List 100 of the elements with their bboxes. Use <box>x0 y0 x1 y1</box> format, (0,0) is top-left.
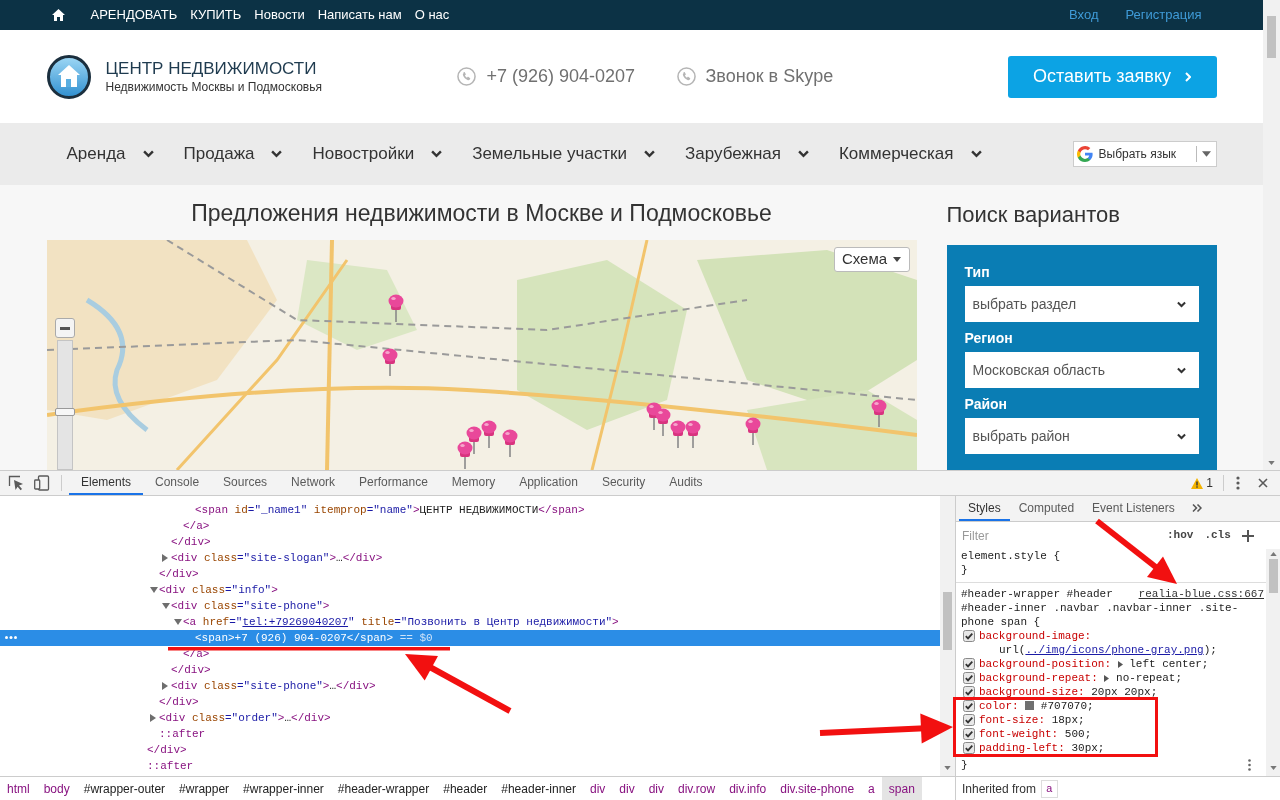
nav-menu-item[interactable]: Зарубежная <box>685 141 809 167</box>
checkbox[interactable] <box>963 700 975 712</box>
filter-toggle-button[interactable]: .cls <box>1204 527 1231 544</box>
plus-icon[interactable] <box>1241 529 1254 542</box>
nav-menu-item[interactable]: Продажа <box>183 141 283 167</box>
logo-title[interactable]: ЦЕНТР НЕДВИЖИМОСТИ <box>105 58 317 79</box>
scrollbar-track[interactable] <box>1263 0 1280 470</box>
breadcrumb-item[interactable]: #header-wrapper <box>330 777 437 800</box>
home-icon[interactable] <box>51 9 65 21</box>
breadcrumb-item[interactable]: #header-inner <box>494 777 583 800</box>
nav-menu-item[interactable]: Аренда <box>66 141 154 167</box>
checkbox[interactable] <box>963 630 975 642</box>
top-nav-link[interactable]: АРЕНДОВАТЬ <box>90 5 178 25</box>
dom-code[interactable]: </div> <box>147 742 187 758</box>
dom-code[interactable]: </div> <box>159 566 199 582</box>
breadcrumb-item[interactable]: span <box>881 777 922 800</box>
stylesheet-link[interactable]: realia-blue.css:667 <box>1138 587 1264 601</box>
checkbox[interactable] <box>963 714 975 726</box>
devtools-tab[interactable]: Security <box>589 471 658 495</box>
dom-code[interactable]: </a> <box>183 646 210 662</box>
breadcrumb-item[interactable]: #wrapper-outer <box>76 777 173 800</box>
breadcrumb-item[interactable]: #header <box>436 777 495 800</box>
styles-tab[interactable]: Styles <box>959 496 1010 521</box>
zoom-slider-thumb[interactable] <box>54 408 75 417</box>
checkbox[interactable] <box>963 658 975 670</box>
devtools-tab[interactable]: Performance <box>347 471 440 495</box>
collapsed-triangle-icon[interactable] <box>162 554 168 562</box>
scroll-up-arrow-icon[interactable] <box>1269 552 1277 556</box>
breadcrumb-item[interactable]: body <box>36 777 77 800</box>
expanded-triangle-icon[interactable] <box>174 619 182 625</box>
nav-menu-item[interactable]: Коммерческая <box>838 141 982 167</box>
inherited-tag[interactable]: a <box>1041 779 1058 798</box>
dom-code[interactable]: ::after <box>159 726 206 742</box>
select-field[interactable]: Московская область <box>964 352 1199 388</box>
checkbox[interactable] <box>963 686 975 698</box>
breadcrumb-item[interactable]: div <box>641 777 671 800</box>
devtools-tab[interactable]: Application <box>507 471 590 495</box>
device-toggle-icon[interactable] <box>34 475 50 491</box>
scrollbar-thumb[interactable] <box>1268 559 1278 593</box>
scrollbar-track[interactable] <box>940 496 955 776</box>
breadcrumb-item[interactable]: div.row <box>671 777 723 800</box>
phone-number[interactable]: +7 (926) 904-0207 <box>486 63 636 90</box>
more-options-icon[interactable] <box>1248 759 1251 771</box>
expanded-triangle-icon[interactable] <box>162 603 170 609</box>
scrollbar-thumb[interactable] <box>943 592 952 650</box>
styles-tab[interactable]: Computed <box>1009 496 1084 521</box>
ellipsis-icon[interactable] <box>5 636 17 639</box>
breadcrumb-item[interactable]: div.info <box>722 777 774 800</box>
dom-code[interactable]: <div class="site-slogan">…</div> <box>171 550 383 566</box>
map-layer-button[interactable]: Схема <box>833 247 910 272</box>
warnings-button[interactable]: 1 <box>1191 474 1213 492</box>
top-nav-link[interactable]: Написать нам <box>317 5 402 25</box>
scrollbar-track[interactable] <box>1266 549 1280 776</box>
scroll-down-arrow-icon[interactable] <box>1268 461 1275 465</box>
top-nav-link[interactable]: Новости <box>254 5 305 25</box>
collapsed-triangle-icon[interactable] <box>162 682 168 690</box>
devtools-tab[interactable]: Memory <box>439 471 508 495</box>
nav-menu-item[interactable]: Новостройки <box>312 141 443 167</box>
scrollbar-thumb[interactable] <box>1267 16 1276 58</box>
dom-code[interactable]: </div> <box>171 662 211 678</box>
devtools-tab[interactable]: Audits <box>657 471 715 495</box>
color-swatch-icon[interactable] <box>1025 701 1035 710</box>
more-options-icon[interactable] <box>1236 476 1240 490</box>
devtools-tab[interactable]: Network <box>279 471 348 495</box>
devtools-tab[interactable]: Console <box>143 471 212 495</box>
breadcrumb-item[interactable]: a <box>861 777 882 800</box>
nav-menu-item[interactable]: Земельные участки <box>472 141 656 167</box>
devtools-tab[interactable]: Elements <box>69 471 144 495</box>
select-field[interactable]: выбрать район <box>964 418 1199 454</box>
checkbox[interactable] <box>963 728 975 740</box>
top-nav-link[interactable]: О нас <box>414 5 450 25</box>
breadcrumb-item[interactable]: div.site-phone <box>773 777 862 800</box>
checkbox[interactable] <box>963 742 975 754</box>
dom-code[interactable]: </a> <box>183 518 210 534</box>
expanded-triangle-icon[interactable] <box>150 587 158 593</box>
css-url-link[interactable]: ../img/icons/phone-gray.png <box>1025 644 1204 656</box>
close-icon[interactable] <box>1258 478 1268 488</box>
dom-code[interactable]: </div> <box>171 534 211 550</box>
breadcrumb-item[interactable]: div <box>583 777 613 800</box>
skype-call-link[interactable]: Звонок в Skype <box>705 63 834 90</box>
account-link[interactable]: Регистрация <box>1125 5 1202 25</box>
zoom-out-button[interactable] <box>54 318 75 338</box>
breadcrumb-item[interactable]: #wrapper-inner <box>236 777 331 800</box>
dom-code[interactable]: <div class="order">…</div> <box>159 710 331 726</box>
top-nav-link[interactable]: КУПИТЬ <box>190 5 242 25</box>
breadcrumb-item[interactable]: #wrapper <box>172 777 237 800</box>
chevrons-right-icon[interactable] <box>1191 504 1202 512</box>
dom-link[interactable]: tel:+79269040207 <box>242 616 349 628</box>
dom-code[interactable]: <div class="site-phone"> <box>171 598 330 614</box>
dom-code[interactable]: ::after <box>147 758 194 774</box>
scroll-down-arrow-icon[interactable] <box>1269 766 1277 770</box>
styles-tab[interactable]: Event Listeners <box>1083 496 1184 521</box>
dom-code[interactable]: <span id="_name1" itemprop="name">ЦЕНТР НЕДВИЖИМОСТИ</span> <box>195 502 585 518</box>
scroll-down-arrow-icon[interactable] <box>944 766 951 770</box>
dom-code[interactable]: <div class="info"> <box>159 582 278 598</box>
language-select[interactable]: Выбрать язык <box>1072 141 1217 167</box>
dom-code[interactable]: </div> <box>159 694 199 710</box>
house-logo-icon[interactable] <box>46 54 91 99</box>
account-link[interactable]: Вход <box>1069 5 1099 25</box>
dom-code[interactable]: <div class="site-phone">…</div> <box>171 678 376 694</box>
